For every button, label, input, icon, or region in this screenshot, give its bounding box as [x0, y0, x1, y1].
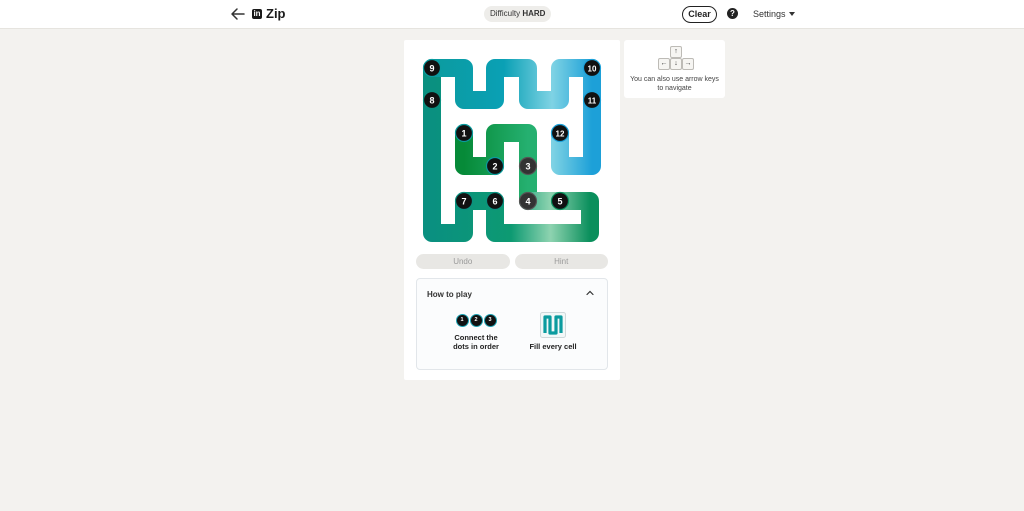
dot-label: 12 [556, 130, 565, 139]
clear-button[interactable]: Clear [682, 6, 717, 23]
how-to-connect: 1 2 3 Connect the dots in order [441, 312, 511, 351]
dot-label: 10 [588, 65, 597, 74]
back-arrow-icon[interactable] [229, 5, 247, 23]
dot-8: 8 [422, 90, 442, 110]
dot-7: 7 [454, 191, 474, 211]
dot-12: 12 [550, 123, 570, 143]
help-icon[interactable]: ? [727, 8, 738, 19]
fill-grid-icon [540, 312, 566, 338]
dot-9: 9 [422, 58, 442, 78]
chevron-up-icon[interactable] [586, 289, 594, 297]
dot-label: 8 [429, 96, 434, 106]
difficulty-prefix: Difficulty [490, 9, 521, 18]
app-title: Zip [266, 6, 286, 21]
how-to-play-panel: How to play 1 2 3 Connect the dots in or… [416, 278, 608, 370]
dot-label: 2 [492, 162, 497, 172]
dot-label: 11 [588, 97, 597, 106]
dot-label: 9 [429, 64, 434, 74]
game-card: 1 2 3 4 5 6 7 8 9 10 11 12 Undo Hint How… [404, 40, 620, 380]
arrow-up-key-icon: ↑ [670, 46, 682, 58]
connect-caption-line1: Connect the [454, 333, 498, 342]
dot-10: 10 [582, 58, 602, 78]
dot-2: 2 [485, 156, 505, 176]
arrow-right-key-icon: → [682, 58, 694, 70]
app-logo[interactable]: in Zip [252, 6, 286, 21]
dot-label: 6 [492, 197, 497, 207]
arrow-down-key-icon: ↓ [670, 58, 682, 70]
top-bar: in Zip Difficulty HARD Clear ? Settings [0, 0, 1024, 29]
settings-label: Settings [753, 9, 786, 19]
how-to-fill: Fill every cell [518, 312, 588, 351]
dot-4: 4 [518, 191, 538, 211]
difficulty-value: HARD [522, 9, 546, 18]
dot-label: 7 [461, 197, 466, 207]
linkedin-icon: in [252, 8, 262, 19]
dot-6: 6 [485, 191, 505, 211]
caret-down-icon [788, 12, 795, 16]
arrow-keys-icon: ↑ ← ↓ → [657, 46, 694, 70]
arrow-keys-tip: ↑ ← ↓ → You can also use arrow keys to n… [624, 40, 725, 98]
fill-caption: Fill every cell [529, 342, 577, 351]
dot-label: 4 [525, 197, 530, 207]
dot-3: 3 [518, 156, 538, 176]
mini-dot: 3 [483, 314, 497, 327]
game-board[interactable]: 1 2 3 4 5 6 7 8 9 10 11 12 [420, 56, 614, 257]
dot-label: 5 [557, 197, 562, 207]
dot-11: 11 [582, 90, 602, 110]
dot-5: 5 [550, 191, 570, 211]
undo-button[interactable]: Undo [416, 254, 510, 269]
control-row: Undo Hint [416, 254, 608, 269]
arrow-left-key-icon: ← [658, 58, 670, 70]
mini-dot: 1 [455, 314, 469, 327]
tip-text: You can also use arrow keys to navigate [630, 76, 719, 92]
hint-button[interactable]: Hint [514, 254, 608, 269]
difficulty-badge: Difficulty HARD [484, 6, 552, 22]
dot-label: 3 [525, 162, 530, 172]
dot-1: 1 [454, 123, 474, 143]
dot-label: 1 [461, 129, 466, 139]
connect-caption-line2: dots in order [453, 342, 499, 351]
settings-menu[interactable]: Settings [753, 9, 795, 19]
how-to-play-title[interactable]: How to play [427, 290, 472, 299]
mini-dots-icon: 1 2 3 [441, 314, 511, 328]
mini-dot: 2 [469, 314, 483, 327]
